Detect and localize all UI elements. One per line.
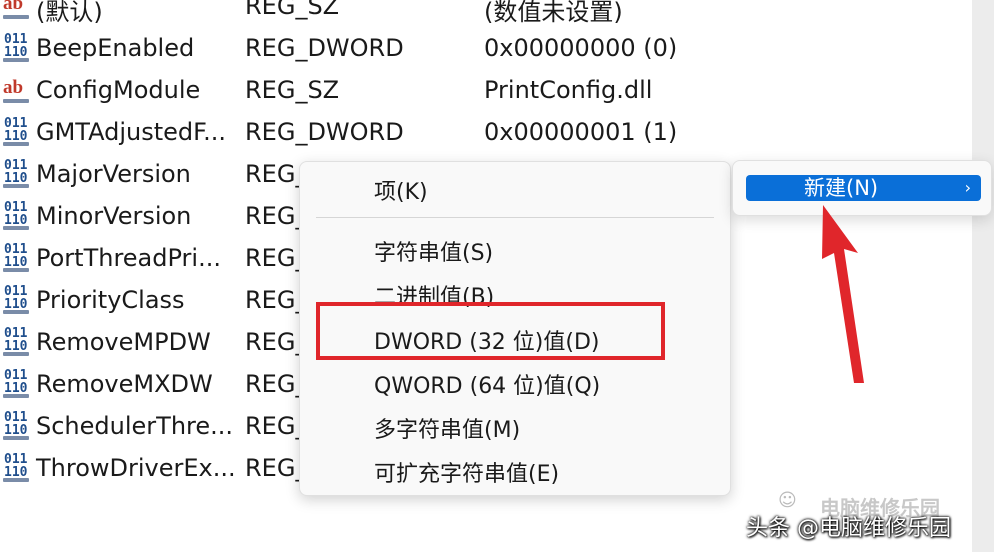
value-data: 0x00000000 (0) [484, 34, 678, 62]
icon-glyph: ab [3, 0, 24, 14]
menu-item-label: 可扩充字符串值(E) [374, 462, 560, 487]
menu-item-label: QWORD (64 位)值(Q) [374, 374, 601, 399]
value-name: ThrowDriverEx... [36, 454, 236, 482]
vertical-scrollbar[interactable] [972, 0, 994, 552]
value-name: GMTAdjustedF... [36, 118, 226, 146]
binary-value-icon: 011 110 [3, 117, 31, 146]
value-type: REG_SZ [245, 0, 340, 20]
binary-value-icon: 011 110 [3, 201, 31, 230]
value-name: ConfigModule [36, 76, 201, 104]
binary-value-icon: 011 110 [3, 369, 31, 398]
value-name: MajorVersion [36, 160, 191, 188]
binary-value-icon: 011 110 [3, 285, 31, 314]
value-data: PrintConfig.dll [484, 76, 653, 104]
value-name: SchedulerThre... [36, 412, 234, 440]
menu-item-string-value[interactable]: 字符串值(S) [300, 229, 730, 269]
menu-item-new[interactable]: 新建(N) › [746, 175, 981, 201]
value-name: RemoveMPDW [36, 328, 211, 356]
red-arrow-annotation [822, 205, 864, 383]
value-type: REG_DWORD [245, 34, 404, 62]
menu-item-new-label: 新建(N) [804, 176, 879, 200]
menu-item-label: 字符串值(S) [374, 241, 494, 266]
value-name: RemoveMXDW [36, 370, 213, 398]
binary-value-icon: 011 110 [3, 453, 31, 482]
binary-value-icon: 011 110 [3, 243, 31, 272]
menu-item-expandable-string-value[interactable]: 可扩充字符串值(E) [300, 450, 730, 490]
binary-value-icon: 011 110 [3, 33, 31, 62]
binary-value-icon: 011 110 [3, 411, 31, 440]
registry-value-row[interactable]: 011 110 BeepEnabled REG_DWORD 0x00000000 … [0, 28, 970, 70]
value-data: (数值未设置) [484, 0, 623, 26]
binary-value-icon: 011 110 [3, 159, 31, 188]
registry-value-row[interactable]: 011 110 GMTAdjustedF... REG_DWORD 0x00000… [0, 112, 970, 154]
registry-value-row[interactable]: ab ConfigModule REG_SZ PrintConfig.dll [0, 70, 970, 112]
value-name: BeepEnabled [36, 34, 195, 62]
watermark-text: 头条 @电脑维修乐园 [746, 516, 951, 541]
menu-item-qword-value[interactable]: QWORD (64 位)值(Q) [300, 362, 730, 402]
string-value-icon: ab [3, 0, 31, 20]
binary-value-icon: 011 110 [3, 327, 31, 356]
icon-glyph: ab [3, 77, 24, 98]
value-name: PriorityClass [36, 286, 185, 314]
registry-value-row[interactable]: ab (默认) REG_SZ (数值未设置) [0, 0, 970, 28]
chevron-right-icon: › [964, 178, 971, 197]
value-data: 0x00000001 (1) [484, 118, 678, 146]
wechat-logo-icon: ☺ [778, 490, 797, 511]
value-type: REG_SZ [245, 76, 340, 104]
menu-item-label: 多字符串值(M) [374, 418, 521, 443]
menu-item-label: 项(K) [374, 180, 428, 205]
value-name: MinorVersion [36, 202, 192, 230]
string-value-icon: ab [3, 78, 31, 104]
value-name: PortThreadPri... [36, 244, 221, 272]
menu-item-key[interactable]: 项(K) [300, 168, 730, 208]
menu-item-multi-string-value[interactable]: 多字符串值(M) [300, 406, 730, 446]
value-name: (默认) [36, 0, 103, 26]
menu-separator [316, 217, 714, 218]
dword-highlight-box [316, 302, 665, 360]
value-type: REG_DWORD [245, 118, 404, 146]
